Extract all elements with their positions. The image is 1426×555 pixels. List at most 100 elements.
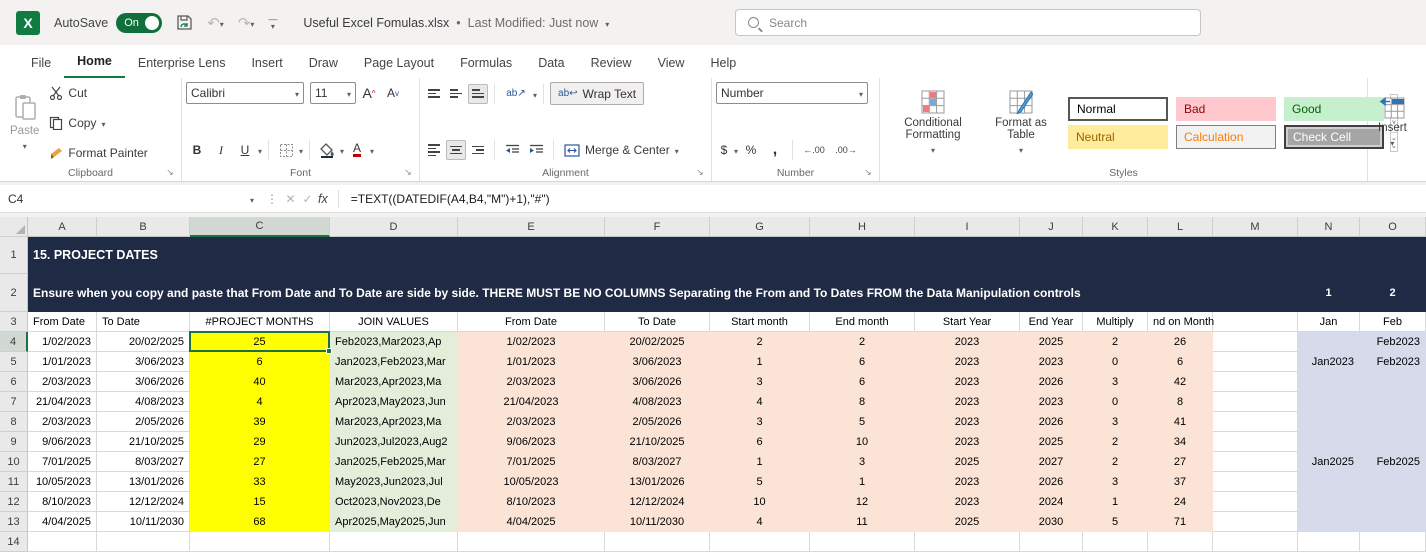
redo-button[interactable]: ↷ xyxy=(238,14,255,32)
cell-C9[interactable]: 29 xyxy=(190,432,330,452)
align-left-button[interactable] xyxy=(424,140,444,160)
cell-N12[interactable] xyxy=(1298,492,1360,512)
cell-G3[interactable]: Start month xyxy=(710,312,810,332)
cell-G4[interactable]: 2 xyxy=(710,332,810,352)
cell-O5[interactable]: Feb2023 xyxy=(1360,352,1426,372)
cell-O11[interactable] xyxy=(1360,472,1426,492)
cell-H11[interactable]: 1 xyxy=(810,472,915,492)
cell-J9[interactable]: 2025 xyxy=(1020,432,1083,452)
row-header-4[interactable]: 4 xyxy=(0,332,28,352)
cell-M4[interactable] xyxy=(1213,332,1298,352)
copy-button[interactable]: Copy xyxy=(45,114,151,132)
tab-help[interactable]: Help xyxy=(697,50,749,78)
cell-E3[interactable]: From Date xyxy=(458,312,605,332)
cell-E8[interactable]: 2/03/2023 xyxy=(458,412,605,432)
shrink-font-button[interactable]: Av xyxy=(382,82,404,104)
banner-title[interactable]: 15. PROJECT DATES xyxy=(28,237,1426,274)
number-format-select[interactable]: Number xyxy=(716,82,868,104)
cell-L7[interactable]: 8 xyxy=(1148,392,1213,412)
cell-N6[interactable] xyxy=(1298,372,1360,392)
cell-C13[interactable]: 68 xyxy=(190,512,330,532)
cell-L8[interactable]: 41 xyxy=(1148,412,1213,432)
grow-font-button[interactable]: A^ xyxy=(358,82,380,104)
cell-J3[interactable]: End Year xyxy=(1020,312,1083,332)
cell-A12[interactable]: 8/10/2023 xyxy=(28,492,97,512)
column-header-B[interactable]: B xyxy=(97,217,190,237)
cell-N4[interactable] xyxy=(1298,332,1360,352)
row-header-5[interactable]: 5 xyxy=(0,352,28,372)
undo-button[interactable]: ↶ xyxy=(207,14,224,32)
cell-I7[interactable]: 2023 xyxy=(915,392,1020,412)
cell-K9[interactable]: 2 xyxy=(1083,432,1148,452)
cell-B11[interactable]: 13/01/2026 xyxy=(97,472,190,492)
cell-K10[interactable]: 2 xyxy=(1083,452,1148,472)
cell-B14[interactable] xyxy=(97,532,190,552)
cell-A6[interactable]: 2/03/2023 xyxy=(28,372,97,392)
bold-button[interactable]: B xyxy=(186,139,208,161)
cell-L11[interactable]: 37 xyxy=(1148,472,1213,492)
cell-D5[interactable]: Jan2023,Feb2023,Mar xyxy=(330,352,458,372)
column-header-D[interactable]: D xyxy=(330,217,458,237)
column-header-F[interactable]: F xyxy=(605,217,710,237)
cell-N14[interactable] xyxy=(1298,532,1360,552)
cell-G6[interactable]: 3 xyxy=(710,372,810,392)
cell-O8[interactable] xyxy=(1360,412,1426,432)
cell-F4[interactable]: 20/02/2025 xyxy=(605,332,710,352)
row-header-6[interactable]: 6 xyxy=(0,372,28,392)
cell-F3[interactable]: To Date xyxy=(605,312,710,332)
document-title-group[interactable]: Useful Excel Fomulas.xlsx • Last Modifie… xyxy=(303,16,609,30)
tab-draw[interactable]: Draw xyxy=(296,50,351,78)
cell-G8[interactable]: 3 xyxy=(710,412,810,432)
cell-J4[interactable]: 2025 xyxy=(1020,332,1083,352)
search-input[interactable]: Search xyxy=(735,9,1201,36)
cell-K6[interactable]: 3 xyxy=(1083,372,1148,392)
cell-L6[interactable]: 42 xyxy=(1148,372,1213,392)
cell-H4[interactable]: 2 xyxy=(810,332,915,352)
cell-L13[interactable]: 71 xyxy=(1148,512,1213,532)
cell-N8[interactable] xyxy=(1298,412,1360,432)
cell-H14[interactable] xyxy=(810,532,915,552)
cell-C6[interactable]: 40 xyxy=(190,372,330,392)
column-header-E[interactable]: E xyxy=(458,217,605,237)
cell-L12[interactable]: 24 xyxy=(1148,492,1213,512)
cell-H9[interactable]: 10 xyxy=(810,432,915,452)
insert-cells-button[interactable]: Insert xyxy=(1372,82,1413,164)
cell-A4[interactable]: 1/02/2023 xyxy=(28,332,97,352)
cell-F14[interactable] xyxy=(605,532,710,552)
decrease-indent-button[interactable] xyxy=(501,139,523,161)
cell-J14[interactable] xyxy=(1020,532,1083,552)
font-dialog-launcher[interactable] xyxy=(401,165,415,179)
column-header-K[interactable]: K xyxy=(1083,217,1148,237)
cell-B9[interactable]: 21/10/2025 xyxy=(97,432,190,452)
format-painter-button[interactable]: Format Painter xyxy=(45,144,151,162)
cell-K8[interactable]: 3 xyxy=(1083,412,1148,432)
cell-L14[interactable] xyxy=(1148,532,1213,552)
cell-O4[interactable]: Feb2023 xyxy=(1360,332,1426,352)
cell-C14[interactable] xyxy=(190,532,330,552)
tab-data[interactable]: Data xyxy=(525,50,577,78)
currency-button[interactable]: $ xyxy=(716,139,732,161)
cell-K14[interactable] xyxy=(1083,532,1148,552)
column-header-J[interactable]: J xyxy=(1020,217,1083,237)
cell-C11[interactable]: 33 xyxy=(190,472,330,492)
cell-F7[interactable]: 4/08/2023 xyxy=(605,392,710,412)
merge-center-button[interactable]: Merge & Center xyxy=(560,141,683,159)
cell-D10[interactable]: Jan2025,Feb2025,Mar xyxy=(330,452,458,472)
cell-style-bad[interactable]: Bad xyxy=(1176,97,1276,121)
cell-N11[interactable] xyxy=(1298,472,1360,492)
tab-view[interactable]: View xyxy=(645,50,698,78)
cell-M7[interactable] xyxy=(1213,392,1298,412)
cell-I12[interactable]: 2023 xyxy=(915,492,1020,512)
conditional-formatting-button[interactable]: Conditional Formatting xyxy=(884,88,982,158)
cell-F6[interactable]: 3/06/2026 xyxy=(605,372,710,392)
cell-M8[interactable] xyxy=(1213,412,1298,432)
cell-B4[interactable]: 20/02/2025 xyxy=(97,332,190,352)
cell-O10[interactable]: Feb2025 xyxy=(1360,452,1426,472)
cell-K7[interactable]: 0 xyxy=(1083,392,1148,412)
cell-D4[interactable]: Feb2023,Mar2023,Ap xyxy=(330,332,458,352)
cell-K5[interactable]: 0 xyxy=(1083,352,1148,372)
cell-O2[interactable]: 2 xyxy=(1360,274,1426,312)
column-header-G[interactable]: G xyxy=(710,217,810,237)
cell-D6[interactable]: Mar2023,Apr2023,Ma xyxy=(330,372,458,392)
column-header-A[interactable]: A xyxy=(28,217,97,237)
